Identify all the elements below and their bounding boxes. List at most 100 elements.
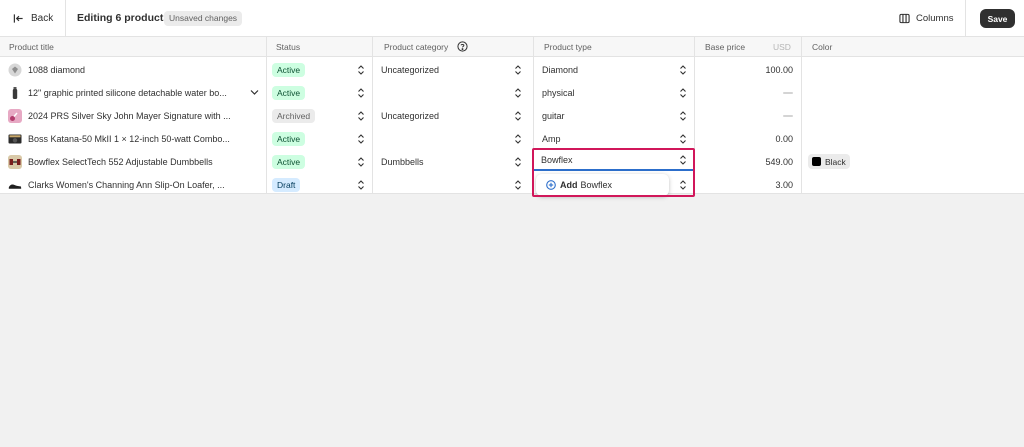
base-price-cell[interactable]: 0.00 xyxy=(700,127,793,150)
select-arrows-icon[interactable] xyxy=(514,65,522,75)
status-cell[interactable]: Draft xyxy=(272,173,301,196)
select-arrows-icon[interactable] xyxy=(514,157,522,167)
select-arrows-icon[interactable] xyxy=(679,65,687,75)
product-title: Clarks Women's Channing Ann Slip-On Loaf… xyxy=(28,179,225,190)
type-value: Amp xyxy=(542,133,561,144)
select-arrows-icon[interactable] xyxy=(679,88,687,98)
product-category-cell[interactable]: Uncategorized xyxy=(381,104,439,127)
back-label: Back xyxy=(31,13,54,24)
product-type-cell[interactable]: physical xyxy=(542,81,575,104)
select-arrows-icon[interactable] xyxy=(514,88,522,98)
top-bar: Back Editing 6 products Unsaved changes … xyxy=(0,0,1024,37)
table-row: 1088 diamond Active Uncategorized Diamon… xyxy=(0,58,1024,81)
diamond-thumbnail-icon xyxy=(8,63,22,76)
table-row: Clarks Women's Channing Ann Slip-On Loaf… xyxy=(0,173,1024,196)
color-value: Black xyxy=(825,156,846,167)
select-arrows-icon[interactable] xyxy=(514,180,522,190)
price-value: 0.00 xyxy=(775,133,793,144)
product-type-cell[interactable]: Amp xyxy=(542,127,561,150)
status-badge: Active xyxy=(272,62,306,77)
bulk-edit-table: Product title Status Product category Pr… xyxy=(0,37,1024,194)
product-title: Bowflex SelectTech 552 Adjustable Dumbbe… xyxy=(28,156,213,167)
table-row: Bowflex SelectTech 552 Adjustable Dumbbe… xyxy=(0,150,1024,173)
select-arrows-icon[interactable] xyxy=(357,111,365,121)
status-cell[interactable]: Active xyxy=(272,81,306,104)
col-header-product-title: Product title xyxy=(9,42,54,52)
exit-arrow-icon xyxy=(13,14,23,23)
help-circle-icon[interactable] xyxy=(457,41,468,52)
category-value: Uncategorized xyxy=(381,64,440,75)
col-header-currency: USD xyxy=(773,42,791,52)
status-badge: Active xyxy=(272,154,306,169)
loafer-shoe-thumbnail-icon xyxy=(8,184,22,189)
type-value: guitar xyxy=(542,110,565,121)
unsaved-changes-badge: Unsaved changes xyxy=(164,11,243,26)
select-arrows-icon[interactable] xyxy=(357,134,365,144)
product-category-cell[interactable]: Uncategorized xyxy=(381,58,439,81)
status-cell[interactable]: Active xyxy=(272,150,306,173)
product-title-cell[interactable]: 1088 diamond xyxy=(8,58,258,81)
type-value: Diamond xyxy=(542,64,579,75)
table-header-row xyxy=(0,37,1024,57)
table-row: 12" graphic printed silicone detachable … xyxy=(0,81,1024,104)
status-cell[interactable]: Archived xyxy=(272,104,316,127)
base-price-cell[interactable]: 549.00 xyxy=(700,150,793,173)
category-value: Dumbbells xyxy=(381,156,424,167)
chevron-down-icon[interactable] xyxy=(250,89,259,96)
status-cell[interactable]: Active xyxy=(272,58,306,81)
status-badge: Archived xyxy=(272,108,316,123)
columns-icon xyxy=(899,13,910,24)
base-price-cell[interactable] xyxy=(700,81,793,104)
base-price-cell[interactable]: 3.00 xyxy=(700,173,793,196)
product-title: 12" graphic printed silicone detachable … xyxy=(28,87,227,98)
col-header-base-price: Base price xyxy=(705,42,746,52)
col-header-product-type: Product type xyxy=(544,42,592,52)
status-cell[interactable]: Active xyxy=(272,127,306,150)
product-title: 2024 PRS Silver Sky John Mayer Signature… xyxy=(28,110,231,121)
base-price-cell[interactable] xyxy=(700,104,793,127)
product-title-cell[interactable]: 2024 PRS Silver Sky John Mayer Signature… xyxy=(8,104,258,127)
product-type-cell[interactable]: Diamond xyxy=(542,58,578,81)
save-button[interactable]: Save xyxy=(980,9,1015,28)
columns-label: Columns xyxy=(916,13,954,24)
water-bottle-thumbnail-icon xyxy=(12,86,18,99)
amplifier-thumbnail-icon xyxy=(8,134,22,143)
price-value: 3.00 xyxy=(775,179,793,190)
page-title: Editing 6 products xyxy=(77,12,170,24)
table-row: Boss Katana-50 MkII 1 × 12-inch 50-watt … xyxy=(0,127,1024,150)
select-arrows-icon[interactable] xyxy=(357,157,365,167)
base-price-cell[interactable]: 100.00 xyxy=(700,58,793,81)
table-row: 2024 PRS Silver Sky John Mayer Signature… xyxy=(0,104,1024,127)
product-title-cell[interactable]: 12" graphic printed silicone detachable … xyxy=(8,81,258,104)
select-arrows-icon[interactable] xyxy=(514,134,522,144)
back-button[interactable]: Back xyxy=(0,0,66,37)
color-cell[interactable]: Black xyxy=(808,150,850,173)
select-arrows-icon[interactable] xyxy=(357,88,365,98)
color-swatch xyxy=(812,157,821,166)
product-title-cell[interactable]: Clarks Women's Channing Ann Slip-On Loaf… xyxy=(8,173,258,196)
status-badge: Draft xyxy=(272,177,301,192)
product-title-cell[interactable]: Bowflex SelectTech 552 Adjustable Dumbbe… xyxy=(8,150,258,173)
product-title: Boss Katana-50 MkII 1 × 12-inch 50-watt … xyxy=(28,133,230,144)
select-arrows-icon[interactable] xyxy=(357,65,365,75)
columns-button[interactable]: Columns xyxy=(889,0,966,37)
product-title-cell[interactable]: Boss Katana-50 MkII 1 × 12-inch 50-watt … xyxy=(8,127,258,150)
select-arrows-icon[interactable] xyxy=(357,180,365,190)
select-arrows-icon[interactable] xyxy=(679,111,687,121)
type-value: physical xyxy=(542,87,575,98)
product-type-cell[interactable]: guitar xyxy=(542,104,565,127)
status-badge: Active xyxy=(272,85,306,100)
col-header-product-category: Product category xyxy=(384,42,449,52)
product-category-cell[interactable]: Dumbbells xyxy=(381,150,424,173)
empty-price-dash xyxy=(783,91,793,94)
guitar-thumbnail-icon xyxy=(8,108,22,123)
select-arrows-icon[interactable] xyxy=(514,111,522,121)
select-arrows-icon[interactable] xyxy=(679,134,687,144)
color-chip[interactable]: Black xyxy=(808,154,850,169)
product-title: 1088 diamond xyxy=(28,64,86,75)
empty-price-dash xyxy=(783,114,793,117)
dumbbell-thumbnail-icon xyxy=(8,154,22,169)
price-value: 549.00 xyxy=(765,156,793,167)
price-value: 100.00 xyxy=(765,64,793,75)
focus-highlight-outline xyxy=(532,148,695,197)
